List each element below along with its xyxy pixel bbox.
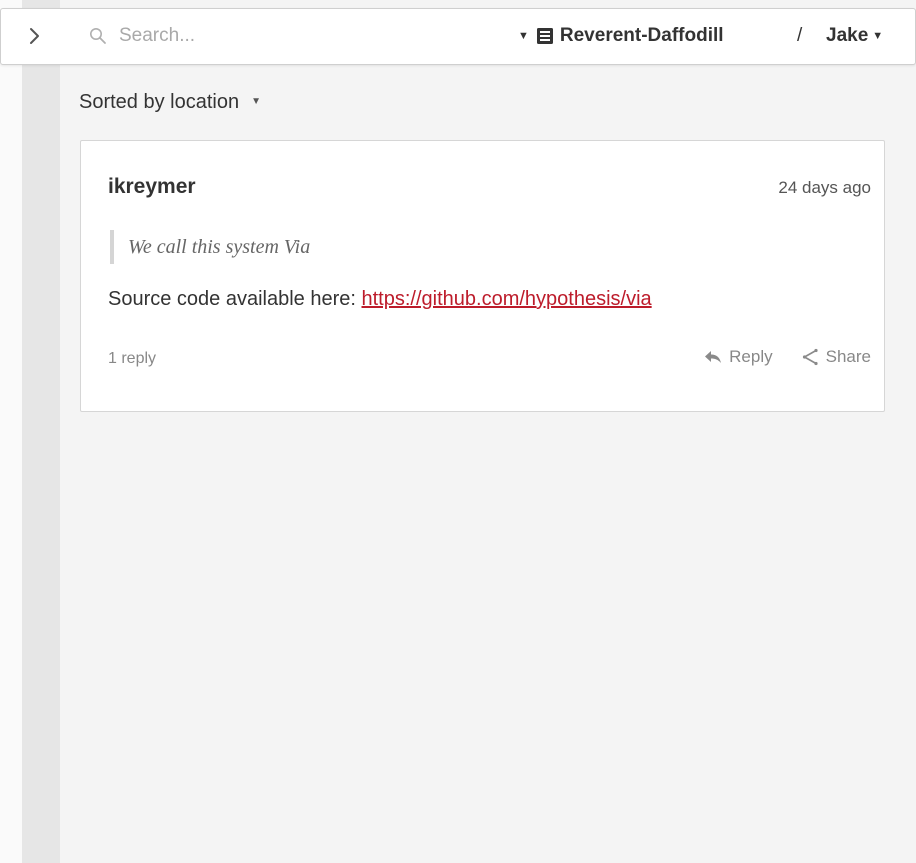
user-menu[interactable]: Jake ▼: [826, 23, 883, 49]
reply-button[interactable]: Reply: [704, 347, 773, 367]
group-name: Reverent-Daffodill: [559, 25, 724, 46]
share-icon: [802, 348, 818, 366]
breadcrumb-separator: /: [797, 25, 803, 46]
user-name: Jake: [826, 25, 869, 46]
share-label: Share: [825, 347, 871, 366]
sort-label: Sorted by location: [79, 90, 240, 113]
reply-count-link[interactable]: 1 reply: [108, 350, 156, 368]
collapse-sidebar-button[interactable]: [23, 23, 47, 49]
annotation-timestamp[interactable]: 24 days ago: [778, 178, 871, 198]
reply-label: Reply: [729, 347, 773, 366]
group-switcher[interactable]: ▼ Reverent-Daffodill: [518, 23, 724, 49]
sidebar-gutter: [22, 0, 60, 863]
chevron-right-icon: [30, 28, 39, 44]
share-button[interactable]: Share: [801, 347, 871, 367]
group-icon: [536, 28, 553, 44]
annotation-card[interactable]: ikreymer 24 days ago We call this system…: [80, 140, 885, 412]
host-page-edge: [0, 0, 22, 863]
triangle-down-icon: ▼: [251, 96, 262, 107]
reply-arrow-icon: [705, 351, 722, 363]
annotation-author[interactable]: ikreymer: [108, 175, 196, 199]
search-input[interactable]: [119, 21, 339, 51]
annotation-link[interactable]: https://github.com/hypothesis/via: [362, 288, 652, 310]
annotation-body: Source code available here: https://gith…: [108, 288, 652, 311]
page: ▼ Reverent-Daffodill / Jake ▼ Sorted by …: [0, 0, 916, 863]
sort-dropdown[interactable]: Sorted by location ▼: [79, 88, 267, 116]
annotation-body-text: Source code available here:: [108, 288, 362, 310]
search-box[interactable]: [85, 21, 345, 51]
annotation-sidebar: [60, 0, 916, 863]
triangle-down-icon: ▼: [872, 29, 884, 42]
annotation-quote: We call this system Via: [110, 230, 310, 264]
triangle-down-icon: ▼: [518, 29, 529, 42]
annotation-actions: Reply Share: [704, 347, 871, 367]
top-bar: ▼ Reverent-Daffodill / Jake ▼: [0, 8, 916, 65]
search-icon: [90, 28, 106, 44]
